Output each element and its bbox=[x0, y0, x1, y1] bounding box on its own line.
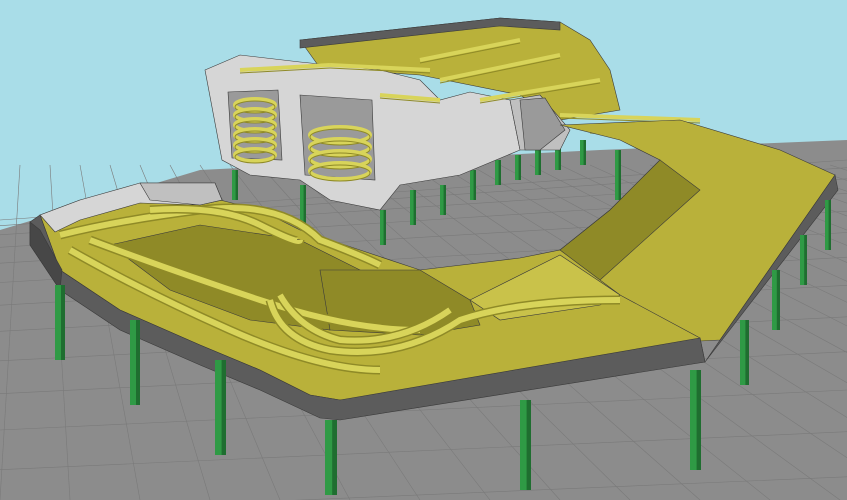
column-shade bbox=[558, 148, 561, 170]
column-shade bbox=[696, 370, 701, 470]
column-shade bbox=[332, 420, 337, 495]
column-shade bbox=[745, 320, 749, 385]
column-shade bbox=[583, 140, 586, 165]
column-shade bbox=[776, 270, 780, 330]
column-shade bbox=[828, 200, 831, 250]
column-shade bbox=[443, 185, 446, 215]
column-shade bbox=[473, 170, 476, 200]
column-shade bbox=[383, 210, 386, 245]
column-shade bbox=[303, 185, 306, 225]
column-shade bbox=[498, 160, 501, 185]
column-shade bbox=[235, 170, 238, 200]
column-shade bbox=[538, 150, 541, 175]
structure-render bbox=[0, 0, 847, 500]
model-viewport[interactable] bbox=[0, 0, 847, 500]
column-shade bbox=[136, 320, 140, 405]
column-shade bbox=[221, 360, 226, 455]
column-shade bbox=[618, 150, 621, 200]
column-shade bbox=[518, 155, 521, 180]
column-shade bbox=[61, 285, 65, 360]
column-shade bbox=[804, 235, 807, 285]
column-shade bbox=[526, 400, 531, 490]
column-shade bbox=[413, 190, 416, 225]
